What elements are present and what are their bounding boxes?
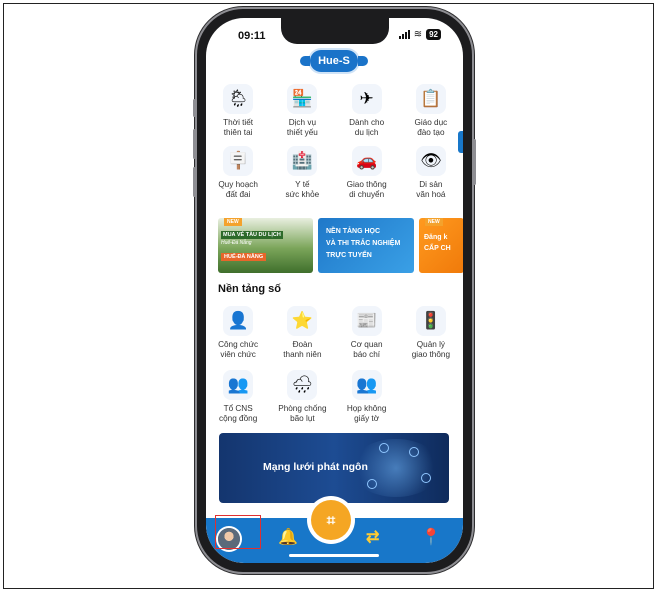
exchange-icon[interactable]: ⇄ xyxy=(366,527,379,547)
spokesperson-network-banner[interactable]: Mạng lưới phát ngôn xyxy=(219,433,449,503)
banner-route: HUẾ-ĐÀ NẴNG xyxy=(221,253,267,261)
banner-text: Mạng lưới phát ngôn xyxy=(263,461,368,473)
education-icon: 📋 xyxy=(415,84,446,114)
location-pin-icon[interactable]: 📍 xyxy=(421,527,441,547)
notch xyxy=(281,18,389,44)
decor-dot xyxy=(379,443,389,453)
banner-title: MUA VÉ TÀU DU LỊCH xyxy=(221,231,283,239)
new-badge: NEW xyxy=(425,218,443,226)
power-button xyxy=(473,139,476,185)
services-grid: 🌦 Thời tiết thiên tai 🏪 Dịch vụ thiết yếu ✈ D… xyxy=(206,84,463,200)
hospital-icon: 🏥 xyxy=(287,146,318,176)
airplane-icon: ✈ xyxy=(351,84,382,114)
grid-item[interactable]: 🚦 Quản lý giao thông xyxy=(399,306,463,360)
status-time: 09:11 xyxy=(238,30,266,42)
grid-item-label: Dành cho du lịch xyxy=(349,118,385,137)
grid-item-label: Quy hoạch đất đai xyxy=(218,180,258,199)
car-icon: 🚗 xyxy=(351,146,382,176)
youth-union-icon: ⭐ xyxy=(287,306,318,336)
banner-text: NỀN TẢNG HỌC VÀ THI TRẮC NGHIỆM TRỰC TUY… xyxy=(326,228,401,259)
decor-dot xyxy=(409,447,419,457)
grid-item[interactable]: 👥 Họp không giấy tờ xyxy=(335,370,399,424)
grid-item-label: Giao thông di chuyển xyxy=(346,180,387,199)
cns-community-icon: 👥 xyxy=(223,370,254,400)
heritage-icon: 👁 xyxy=(415,146,446,176)
banner-registration[interactable]: NEW Đăng k CẤP CH xyxy=(419,218,463,273)
grid-item-label: Dịch vụ thiết yếu xyxy=(286,118,318,137)
grid-item-label: Đoàn thanh niên xyxy=(283,340,322,359)
grid-item[interactable]: 🏪 Dịch vụ thiết yếu xyxy=(270,84,334,138)
main-content: 🌦 Thời tiết thiên tai 🏪 Dịch vụ thiết yếu ✈ D… xyxy=(206,78,463,518)
grid-item[interactable]: ✈ Dành cho du lịch xyxy=(335,84,399,138)
grid-item[interactable]: ⭐ Đoàn thanh niên xyxy=(270,306,334,360)
signpost-icon: 🪧 xyxy=(223,146,254,176)
banner-carousel[interactable]: NEW MUA VÉ TÀU DU LỊCH Huế-Đà Nẵng HUẾ-Đ… xyxy=(218,218,463,273)
banner-train-tickets[interactable]: NEW MUA VÉ TÀU DU LỊCH Huế-Đà Nẵng HUẾ-Đ… xyxy=(218,218,313,273)
app-screen: 09:11 ≋ 92 Hue-S 🌦 Thời tiết thiên tai 🏪 Dị… xyxy=(206,18,463,563)
grid-item-label: Họp không giấy tờ xyxy=(346,404,387,423)
wifi-icon: ≋ xyxy=(413,29,423,40)
signal-icon xyxy=(398,30,410,39)
banner-text: Đăng k CẤP CH xyxy=(424,234,451,252)
grid-item[interactable]: 👁 Di sản văn hoá xyxy=(399,146,463,200)
grid-item[interactable]: 👤 Công chức viên chức xyxy=(206,306,270,360)
flood-prevention-icon: 🌧 xyxy=(287,370,318,400)
grid-item-label: Công chức viên chức xyxy=(218,340,259,359)
status-indicators: ≋ 92 xyxy=(398,29,441,40)
battery-icon: 92 xyxy=(426,29,441,40)
banner-subtitle: Huế-Đà Nẵng xyxy=(221,240,252,246)
grid-item[interactable]: 🏥 Y tế sức khỏe xyxy=(270,146,334,200)
decor-dot xyxy=(421,473,431,483)
grid-item[interactable]: 🚗 Giao thông di chuyển xyxy=(335,146,399,200)
decor-dot xyxy=(367,479,377,489)
grid-item[interactable]: 🌦 Thời tiết thiên tai xyxy=(206,84,270,138)
paperless-meeting-icon: 👥 xyxy=(351,370,382,400)
bell-icon[interactable]: 🔔 xyxy=(278,527,298,547)
app-logo: Hue-S xyxy=(300,50,368,72)
grid-item-label: Y tế sức khỏe xyxy=(285,180,320,199)
grid-item-label: Quản lý giao thông xyxy=(411,340,450,359)
grid-item-label: Cơ quan báo chí xyxy=(350,340,383,359)
grid-item-label: Phòng chống bão lụt xyxy=(278,404,327,423)
grid-item-label: Thời tiết thiên tai xyxy=(223,118,254,137)
weather-icon: 🌦 xyxy=(223,84,254,114)
highlight-box xyxy=(215,515,261,549)
volume-down-button xyxy=(193,167,196,197)
phone-frame: 09:11 ≋ 92 Hue-S 🌦 Thời tiết thiên tai 🏪 Dị… xyxy=(193,9,476,572)
digital-platform-grid: 👤 Công chức viên chức ⭐ Đoàn thanh niên 📰 Cơ … xyxy=(206,306,463,424)
grid-item[interactable]: 🪧 Quy hoạch đất đai xyxy=(206,146,270,200)
volume-up-button xyxy=(193,129,196,159)
qr-scan-button[interactable]: ⌗ xyxy=(311,500,351,540)
essential-services-icon: 🏪 xyxy=(287,84,318,114)
grid-item[interactable]: 👥 Tổ CNS cộng đồng xyxy=(206,370,270,424)
mute-switch xyxy=(193,99,196,117)
grid-item[interactable]: 📰 Cơ quan báo chí xyxy=(335,306,399,360)
section-title: Nền tảng số xyxy=(218,283,281,295)
grid-item-label: Tổ CNS cộng đồng xyxy=(219,404,258,423)
home-indicator xyxy=(289,554,379,557)
press-agency-icon: 📰 xyxy=(351,306,382,336)
civil-servant-icon: 👤 xyxy=(223,306,254,336)
grid-item[interactable]: 📋 Giáo dục đào tạo xyxy=(399,84,463,138)
traffic-management-icon: 🚦 xyxy=(415,306,446,336)
grid-item[interactable]: 🌧 Phòng chống bão lụt xyxy=(270,370,334,424)
new-badge: NEW xyxy=(224,218,242,226)
grid-item-label: Giáo dục đào tạo xyxy=(414,118,448,137)
grid-item-label: Di sản văn hoá xyxy=(416,180,446,199)
banner-online-exam[interactable]: NỀN TẢNG HỌC VÀ THI TRẮC NGHIỆM TRỰC TUY… xyxy=(318,218,414,273)
